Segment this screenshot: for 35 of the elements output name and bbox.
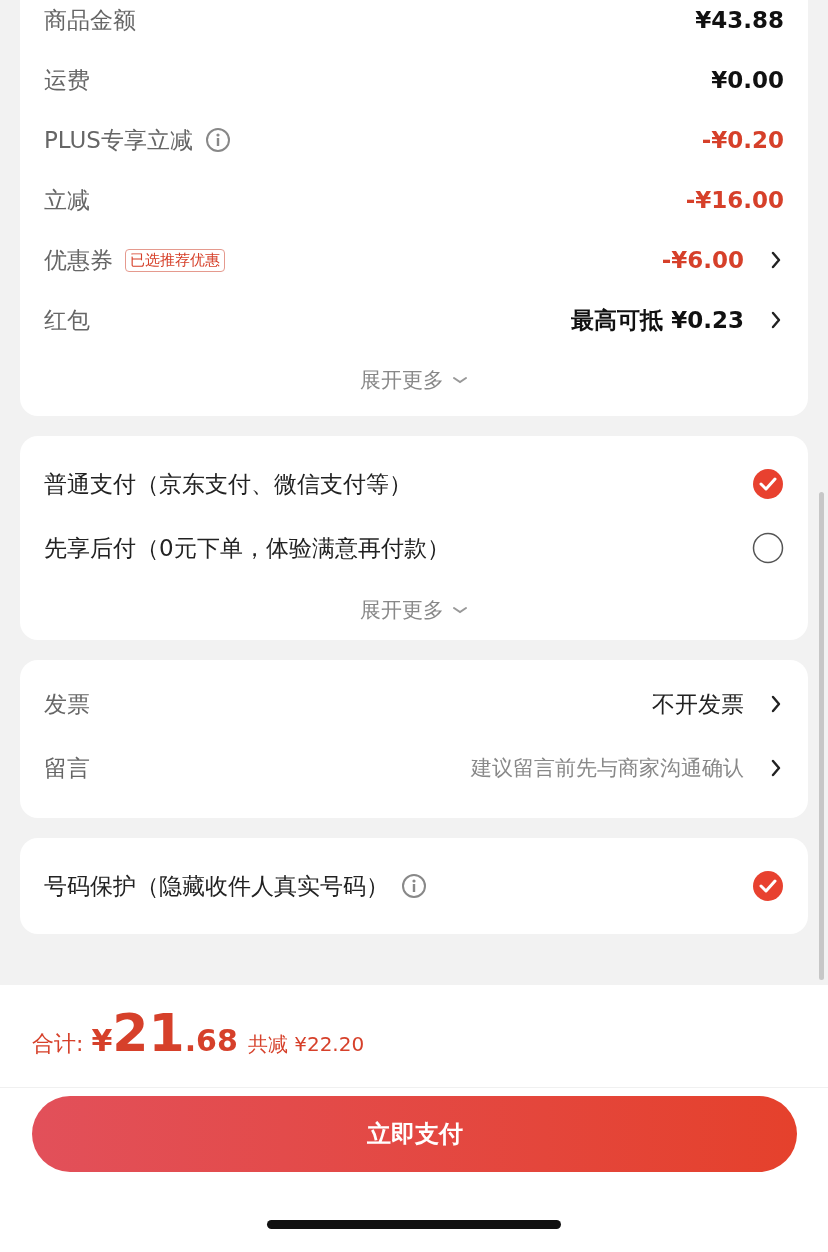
chevron-icon: [770, 694, 782, 714]
coupon-tag: 已选推荐优惠: [125, 248, 225, 272]
row-label: 红包: [44, 305, 90, 335]
total-amount: 21: [112, 1007, 185, 1059]
row-label: 发票: [44, 689, 90, 719]
checked-circle[interactable]: [752, 468, 784, 500]
row-value: -¥6.00: [661, 247, 744, 273]
checked-circle[interactable]: [752, 870, 784, 902]
payment-option[interactable]: 先享后付（0元下单，体验满意再付款）: [44, 532, 450, 564]
row-value: ¥43.88: [695, 7, 784, 33]
total-decimal: .68: [184, 1023, 238, 1058]
row-value: ¥0.00: [711, 67, 784, 93]
total-label: 合计:: [32, 1030, 84, 1058]
payment-option[interactable]: 普通支付（京东支付、微信支付等）: [44, 468, 412, 500]
expand-more-link[interactable]: 展开更多: [44, 350, 784, 410]
chevron-down-icon: [452, 375, 468, 385]
row-value: 最高可抵 ¥0.23: [571, 305, 744, 335]
unchecked-circle[interactable]: [752, 532, 784, 564]
row-value[interactable]: 不开发票: [652, 688, 744, 720]
currency-symbol: ¥: [91, 1023, 113, 1058]
expand-more-link[interactable]: 展开更多: [44, 580, 784, 640]
row-label: PLUS专享立减: [44, 125, 193, 155]
row-value: -¥16.00: [685, 187, 784, 213]
row-label: 运费: [44, 65, 90, 95]
row-label: 立减: [44, 185, 90, 215]
savings-text: 共减 ¥22.20: [247, 1031, 365, 1058]
row-value[interactable]: 建议留言前先与商家沟通确认: [471, 754, 744, 782]
chevron-down-icon: [452, 605, 468, 615]
chevron-icon: [770, 758, 782, 778]
phone-protection-label: 号码保护（隐藏收件人真实号码）: [44, 871, 389, 901]
pay-button[interactable]: 立即支付: [32, 1096, 797, 1172]
row-label: 商品金额: [44, 5, 136, 35]
row-label: 优惠券: [44, 245, 113, 275]
row-value: -¥0.20: [701, 127, 784, 153]
row-label: 留言: [44, 753, 90, 783]
